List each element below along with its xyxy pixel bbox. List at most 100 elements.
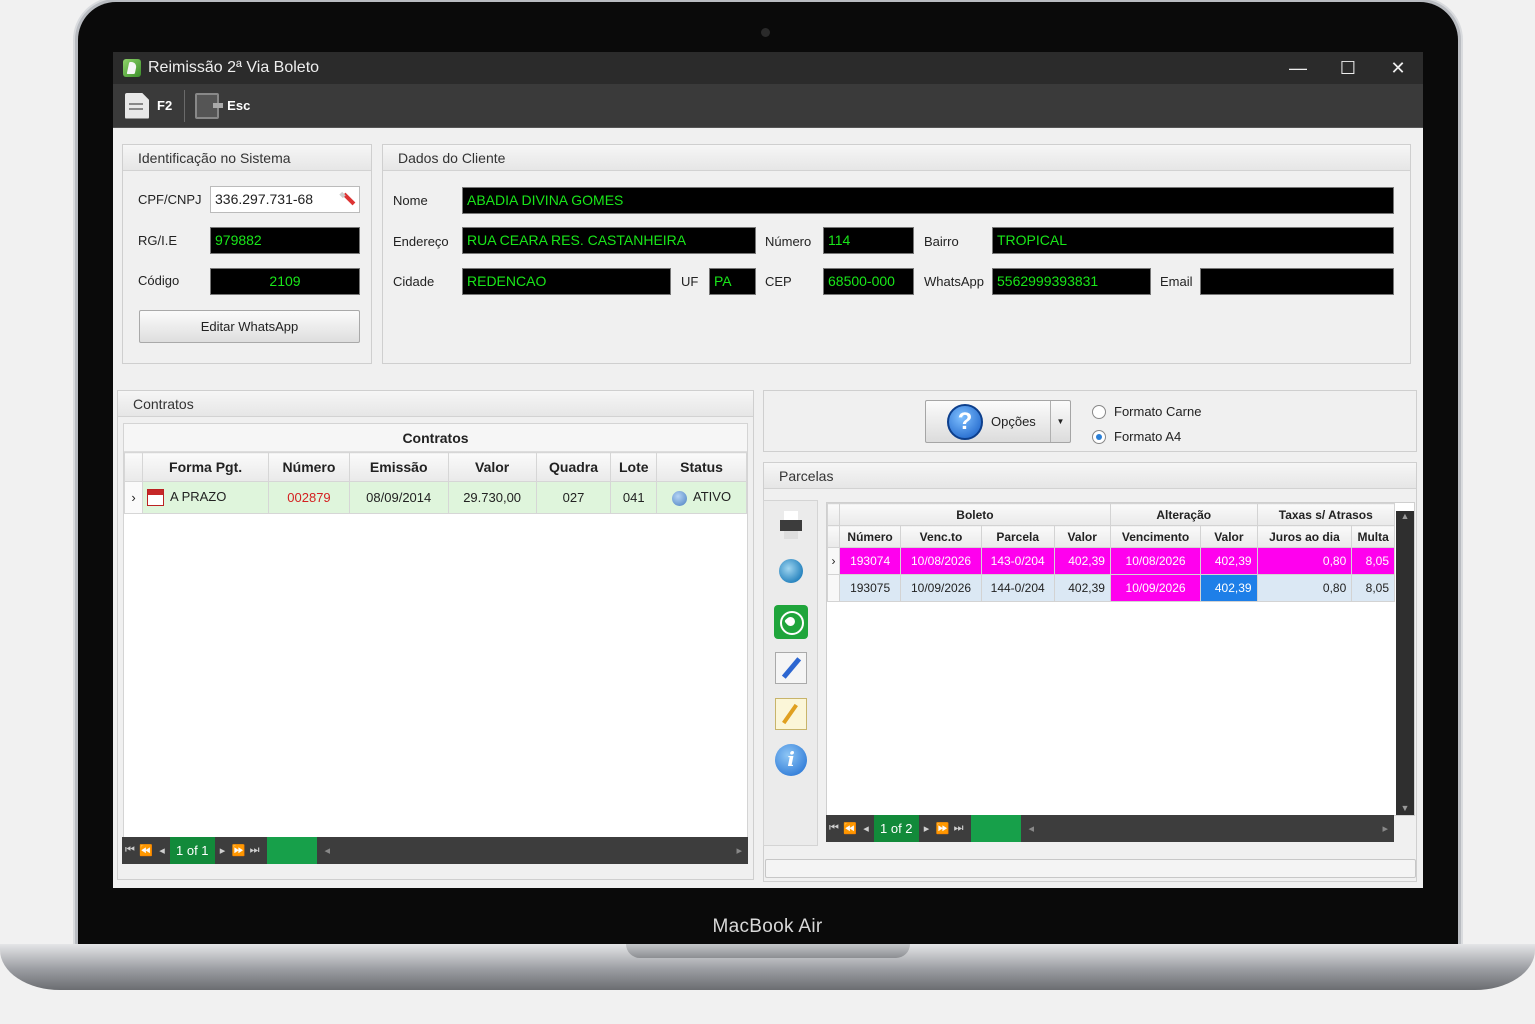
forma-text: A PRAZO [170, 488, 227, 504]
scroll-left-arrow[interactable]: ◂ [325, 844, 331, 857]
window-title: Reimissão 2ª Via Boleto [148, 59, 320, 76]
prev-page-button[interactable]: ⏪ [842, 822, 858, 835]
contratos-pager: ⏮ ⏪ ◂ 1 of 1 ▸ ⏩ ⏭ ◂ ▸ [122, 837, 748, 864]
uf-field[interactable]: PA [709, 268, 756, 295]
last-page-button[interactable]: ⏭ [247, 844, 263, 857]
contratos-group: Contratos Contratos Forma Pgt. Número Em… [117, 390, 754, 880]
group-taxas: Taxas s/ Atrasos [1256, 503, 1396, 526]
status-progress-bar [765, 859, 1416, 878]
parcelas-table: Boleto Alteração Taxas s/ Atrasos Número… [827, 503, 1396, 602]
table-row[interactable]: › A PRAZO 002879 08/09/2014 29.730,00 02… [124, 481, 747, 514]
pen-edit-icon[interactable] [775, 652, 807, 684]
maximize-button[interactable]: ☐ [1323, 52, 1373, 84]
scroll-left-arrow[interactable]: ◂ [1029, 822, 1035, 835]
numero-label: Número [765, 234, 812, 249]
table-row[interactable]: 193075 10/09/2026 144-0/204 402,39 10/09… [827, 574, 1395, 602]
col-parcela[interactable]: Parcela [980, 525, 1055, 548]
minimize-button[interactable]: — [1273, 52, 1323, 84]
numero-field[interactable]: 114 [823, 227, 914, 254]
email-field[interactable] [1200, 268, 1394, 295]
col-status[interactable]: Status [656, 452, 747, 482]
prev-button[interactable]: ◂ [154, 844, 170, 857]
dropdown-arrow-icon[interactable]: ▼ [1050, 401, 1070, 442]
next-button[interactable]: ▸ [919, 822, 935, 835]
page-indicator: 1 of 2 [874, 815, 919, 842]
pager-filter-block [970, 815, 1021, 842]
cidade-field[interactable]: REDENCAO [462, 268, 671, 295]
col-vencto[interactable]: Venc.to [900, 525, 982, 548]
rg-field[interactable]: 979882 [210, 227, 360, 254]
cpf-field[interactable]: 336.297.731-68 [210, 186, 360, 213]
cep-field[interactable]: 68500-000 [823, 268, 914, 295]
last-page-button[interactable]: ⏭ [951, 822, 967, 835]
nome-field[interactable]: ABADIA DIVINA GOMES [462, 187, 1394, 214]
opcoes-button[interactable]: ? Opções ▼ [925, 400, 1071, 443]
col-vencimento[interactable]: Vencimento [1109, 525, 1202, 548]
radio-circle [1092, 404, 1106, 419]
scroll-right-arrow[interactable]: ▸ [1382, 822, 1388, 835]
app-icon [123, 59, 141, 77]
col-numero[interactable]: Número [268, 452, 350, 482]
col-juros[interactable]: Juros ao dia [1256, 525, 1353, 548]
email-globe-icon[interactable] [779, 559, 803, 583]
scroll-right-arrow[interactable]: ▸ [736, 844, 742, 857]
cpf-label: CPF/CNPJ [138, 192, 202, 207]
cell-emissao: 08/09/2014 [348, 481, 449, 514]
uf-label: UF [681, 274, 699, 289]
scroll-down-arrow[interactable]: ▼ [1396, 803, 1414, 813]
col-valor[interactable]: Valor [447, 452, 537, 482]
printer-icon[interactable] [775, 509, 807, 541]
esc-button[interactable]: Esc [195, 92, 251, 119]
bairro-label: Bairro [924, 234, 959, 249]
close-button[interactable]: ✕ [1373, 52, 1423, 84]
vertical-scrollbar[interactable]: ▲ ▼ [1396, 511, 1414, 815]
cell-numero: 193074 [838, 547, 902, 575]
prev-page-button[interactable]: ⏪ [138, 844, 154, 857]
esc-label: Esc [227, 98, 251, 113]
codigo-field[interactable]: 2109 [210, 268, 360, 295]
scroll-up-arrow[interactable]: ▲ [1396, 511, 1414, 521]
toolbar-separator [184, 89, 186, 122]
cliente-header: Dados do Cliente [383, 145, 1410, 171]
cell-quadra: 027 [535, 481, 612, 514]
notepad-icon[interactable] [775, 698, 807, 730]
endereco-field[interactable]: RUA CEARA RES. CASTANHEIRA [462, 227, 756, 254]
info-icon[interactable]: i [775, 744, 807, 776]
formato-a4-radio[interactable]: Formato A4 [1092, 429, 1181, 444]
col-valor-alteracao[interactable]: Valor [1200, 525, 1258, 548]
cell-forma: A PRAZO [141, 481, 270, 514]
col-forma[interactable]: Forma Pgt. [141, 452, 270, 482]
f2-button[interactable]: F2 [125, 92, 172, 119]
page-indicator: 1 of 1 [170, 837, 215, 864]
whatsapp-field[interactable]: 5562999393831 [992, 268, 1151, 295]
cliente-group: Dados do Cliente [382, 144, 1411, 364]
codigo-label: Código [138, 273, 180, 288]
col-valor[interactable]: Valor [1053, 525, 1111, 548]
first-page-button[interactable]: ⏮ [122, 844, 138, 857]
formato-carne-radio[interactable]: Formato Carne [1092, 404, 1201, 419]
cell-vencto: 10/08/2026 [900, 547, 982, 575]
cell-lote: 041 [610, 481, 658, 514]
next-page-button[interactable]: ⏩ [935, 822, 951, 835]
prev-button[interactable]: ◂ [858, 822, 874, 835]
table-row[interactable]: › 193074 10/08/2026 143-0/204 402,39 10/… [827, 547, 1395, 575]
indicator-header [827, 525, 840, 548]
row-indicator [827, 574, 840, 602]
col-emissao[interactable]: Emissão [348, 452, 449, 482]
toolbar: F2 Esc [113, 84, 1423, 128]
bairro-field[interactable]: TROPICAL [992, 227, 1394, 254]
col-multa[interactable]: Multa [1351, 525, 1395, 548]
pager-filter-block [266, 837, 317, 864]
next-page-button[interactable]: ⏩ [231, 844, 247, 857]
next-button[interactable]: ▸ [215, 844, 231, 857]
title-bar: Reimissão 2ª Via Boleto — ☐ ✕ [113, 52, 1423, 84]
col-quadra[interactable]: Quadra [535, 452, 612, 482]
col-numero[interactable]: Número [838, 525, 902, 548]
first-page-button[interactable]: ⏮ [826, 822, 842, 835]
pencil-eraser-icon[interactable] [339, 191, 355, 207]
col-lote[interactable]: Lote [610, 452, 658, 482]
cell-multa: 8,05 [1351, 547, 1395, 575]
edit-whatsapp-button[interactable]: Editar WhatsApp [139, 310, 360, 343]
whatsapp-icon[interactable] [774, 605, 808, 639]
cell-parcela: 143-0/204 [980, 547, 1055, 575]
